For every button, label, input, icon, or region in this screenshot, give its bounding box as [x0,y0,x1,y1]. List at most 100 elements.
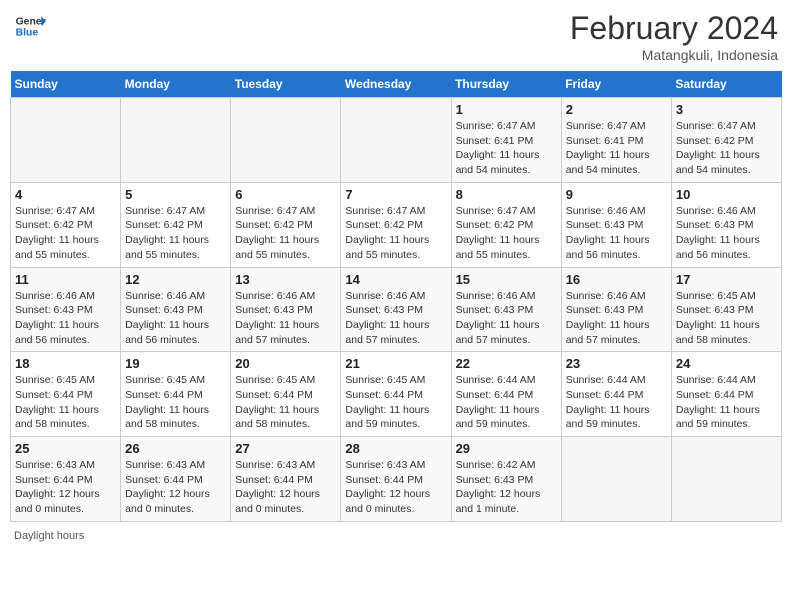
day-detail: Sunrise: 6:45 AM Sunset: 6:43 PM Dayligh… [676,289,777,348]
day-number: 4 [15,187,116,202]
week-row-3: 11 Sunrise: 6:46 AM Sunset: 6:43 PM Dayli… [11,267,782,352]
weekday-header-wednesday: Wednesday [341,71,451,98]
weekday-header-row: SundayMondayTuesdayWednesdayThursdayFrid… [11,71,782,98]
calendar-cell: 8Sunrise: 6:47 AM Sunset: 6:42 PM Daylig… [451,182,561,267]
subtitle: Matangkuli, Indonesia [570,47,778,63]
week-row-1: 1 Sunrise: 6:47 AM Sunset: 6:41 PM Daylig… [11,98,782,183]
day-number: 8 [456,187,557,202]
weekday-header-thursday: Thursday [451,71,561,98]
day-detail: Sunrise: 6:43 AM Sunset: 6:44 PM Dayligh… [235,458,336,517]
day-detail: Sunrise: 6:47 AM Sunset: 6:42 PM Dayligh… [676,119,777,178]
calendar-cell [121,98,231,183]
day-number: 18 [15,356,116,371]
day-number: 24 [676,356,777,371]
day-number: 29 [456,441,557,456]
weekday-header-saturday: Saturday [671,71,781,98]
day-number: 27 [235,441,336,456]
calendar-cell: 2 Sunrise: 6:47 AM Sunset: 6:41 PM Daylig… [561,98,671,183]
day-detail: Sunrise: 6:47 AM Sunset: 6:42 PM Dayligh… [345,204,446,263]
daylight-label: Daylight hours [14,530,84,542]
day-number: 20 [235,356,336,371]
calendar-cell: 12 Sunrise: 6:46 AM Sunset: 6:43 PM Dayli… [121,267,231,352]
weekday-header-tuesday: Tuesday [231,71,341,98]
day-detail: Sunrise: 6:47 AM Sunset: 6:41 PM Dayligh… [566,119,667,178]
day-number: 5 [125,187,226,202]
day-detail: Sunrise: 6:46 AM Sunset: 6:43 PM Dayligh… [566,204,667,263]
day-detail: Sunrise: 6:45 AM Sunset: 6:44 PM Dayligh… [15,373,116,432]
calendar-cell: 17 Sunrise: 6:45 AM Sunset: 6:43 PM Dayli… [671,267,781,352]
day-detail: Sunrise: 6:43 AM Sunset: 6:44 PM Dayligh… [345,458,446,517]
day-detail: Sunrise: 6:44 AM Sunset: 6:44 PM Dayligh… [456,373,557,432]
day-number: 3 [676,102,777,117]
day-detail: Sunrise: 6:46 AM Sunset: 6:43 PM Dayligh… [125,289,226,348]
day-number: 6 [235,187,336,202]
calendar-cell: 11 Sunrise: 6:46 AM Sunset: 6:43 PM Dayli… [11,267,121,352]
calendar-cell: 29 Sunrise: 6:42 AM Sunset: 6:43 PM Dayli… [451,437,561,522]
calendar-cell [11,98,121,183]
calendar-cell: 19 Sunrise: 6:45 AM Sunset: 6:44 PM Dayli… [121,352,231,437]
calendar-cell: 27 Sunrise: 6:43 AM Sunset: 6:44 PM Dayli… [231,437,341,522]
day-number: 1 [456,102,557,117]
calendar-cell: 9 Sunrise: 6:46 AM Sunset: 6:43 PM Daylig… [561,182,671,267]
day-detail: Sunrise: 6:47 AM Sunset: 6:41 PM Dayligh… [456,119,557,178]
day-detail: Sunrise: 6:46 AM Sunset: 6:43 PM Dayligh… [15,289,116,348]
day-detail: Sunrise: 6:46 AM Sunset: 6:43 PM Dayligh… [235,289,336,348]
day-detail: Sunrise: 6:46 AM Sunset: 6:43 PM Dayligh… [566,289,667,348]
logo-icon: General Blue [14,10,46,42]
main-title: February 2024 [570,10,778,47]
day-detail: Sunrise: 6:45 AM Sunset: 6:44 PM Dayligh… [235,373,336,432]
calendar-cell: 21Sunrise: 6:45 AM Sunset: 6:44 PM Dayli… [341,352,451,437]
calendar-cell: 18 Sunrise: 6:45 AM Sunset: 6:44 PM Dayli… [11,352,121,437]
calendar-cell: 28 Sunrise: 6:43 AM Sunset: 6:44 PM Dayli… [341,437,451,522]
day-detail: Sunrise: 6:43 AM Sunset: 6:44 PM Dayligh… [125,458,226,517]
week-row-2: 4 Sunrise: 6:47 AM Sunset: 6:42 PM Daylig… [11,182,782,267]
calendar-cell: 26 Sunrise: 6:43 AM Sunset: 6:44 PM Dayli… [121,437,231,522]
calendar-cell [231,98,341,183]
day-detail: Sunrise: 6:44 AM Sunset: 6:44 PM Dayligh… [676,373,777,432]
day-detail: Sunrise: 6:46 AM Sunset: 6:43 PM Dayligh… [676,204,777,263]
logo: General Blue [14,10,46,42]
day-number: 21 [345,356,446,371]
day-number: 23 [566,356,667,371]
day-number: 26 [125,441,226,456]
day-number: 19 [125,356,226,371]
day-detail: Sunrise: 6:46 AM Sunset: 6:43 PM Dayligh… [345,289,446,348]
calendar-table: SundayMondayTuesdayWednesdayThursdayFrid… [10,71,782,522]
day-number: 7 [345,187,446,202]
day-detail: Sunrise: 6:47 AM Sunset: 6:42 PM Dayligh… [15,204,116,263]
weekday-header-friday: Friday [561,71,671,98]
calendar-cell: 1 Sunrise: 6:47 AM Sunset: 6:41 PM Daylig… [451,98,561,183]
calendar-cell: 22 Sunrise: 6:44 AM Sunset: 6:44 PM Dayli… [451,352,561,437]
weekday-header-monday: Monday [121,71,231,98]
calendar-cell: 24 Sunrise: 6:44 AM Sunset: 6:44 PM Dayli… [671,352,781,437]
day-number: 2 [566,102,667,117]
calendar-cell: 7 Sunrise: 6:47 AM Sunset: 6:42 PM Daylig… [341,182,451,267]
day-detail: Sunrise: 6:45 AM Sunset: 6:44 PM Dayligh… [125,373,226,432]
header: General Blue February 2024 Matangkuli, I… [10,10,782,63]
calendar-cell: 6Sunrise: 6:47 AM Sunset: 6:42 PM Daylig… [231,182,341,267]
weekday-header-sunday: Sunday [11,71,121,98]
day-number: 28 [345,441,446,456]
day-detail: Sunrise: 6:42 AM Sunset: 6:43 PM Dayligh… [456,458,557,517]
day-number: 17 [676,272,777,287]
day-number: 9 [566,187,667,202]
calendar-cell: 23 Sunrise: 6:44 AM Sunset: 6:44 PM Dayli… [561,352,671,437]
calendar-cell: 4 Sunrise: 6:47 AM Sunset: 6:42 PM Daylig… [11,182,121,267]
day-number: 22 [456,356,557,371]
day-number: 13 [235,272,336,287]
calendar-cell [341,98,451,183]
calendar-cell: 20 Sunrise: 6:45 AM Sunset: 6:44 PM Dayli… [231,352,341,437]
week-row-5: 25 Sunrise: 6:43 AM Sunset: 6:44 PM Dayli… [11,437,782,522]
calendar-cell: 15Sunrise: 6:46 AM Sunset: 6:43 PM Dayli… [451,267,561,352]
calendar-cell: 25Sunrise: 6:43 AM Sunset: 6:44 PM Dayli… [11,437,121,522]
day-detail: Sunrise: 6:44 AM Sunset: 6:44 PM Dayligh… [566,373,667,432]
day-number: 15 [456,272,557,287]
calendar-cell: 3 Sunrise: 6:47 AM Sunset: 6:42 PM Daylig… [671,98,781,183]
day-number: 16 [566,272,667,287]
day-number: 12 [125,272,226,287]
calendar-cell: 16 Sunrise: 6:46 AM Sunset: 6:43 PM Dayli… [561,267,671,352]
week-row-4: 18 Sunrise: 6:45 AM Sunset: 6:44 PM Dayli… [11,352,782,437]
day-number: 10 [676,187,777,202]
day-number: 11 [15,272,116,287]
day-number: 25 [15,441,116,456]
